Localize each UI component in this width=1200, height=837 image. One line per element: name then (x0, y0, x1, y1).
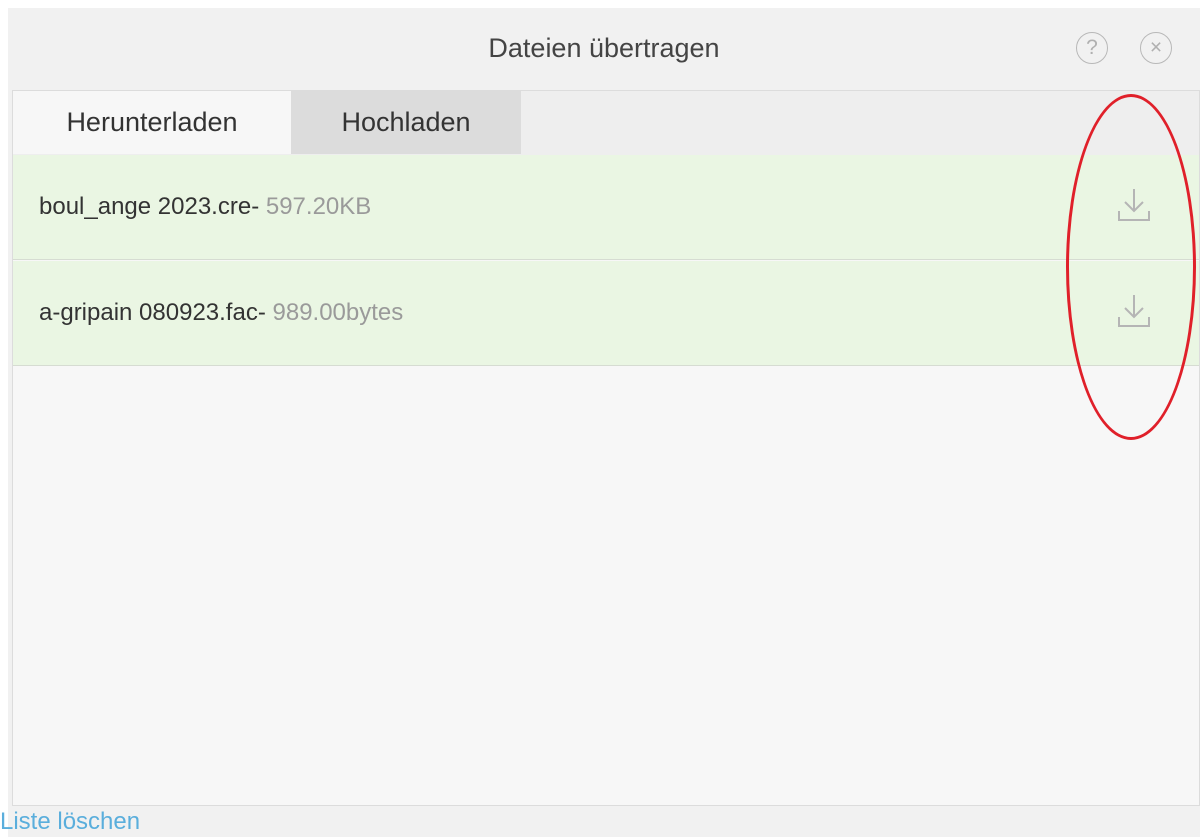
file-separator: - (257, 299, 273, 326)
file-entry: a-gripain 080923.fac- 989.00bytes (39, 261, 403, 365)
file-size: 597.20KB (265, 193, 372, 220)
list-item[interactable]: a-gripain 080923.fac- 989.00bytes (13, 261, 1199, 366)
help-icon[interactable]: ? (1076, 32, 1108, 64)
close-icon[interactable]: × (1140, 32, 1172, 64)
tab-bar: Herunterladen Hochladen (13, 91, 1199, 156)
title-bar: Dateien übertragen ? × (8, 8, 1200, 88)
page-border-top (0, 0, 1200, 8)
file-size: 989.00bytes (272, 299, 404, 326)
tab-upload[interactable]: Hochladen (291, 91, 521, 154)
file-transfer-dialog: Dateien übertragen ? × Herunterladen Hoc… (8, 8, 1200, 837)
dialog-title: Dateien übertragen (488, 33, 720, 63)
transfer-panel: Herunterladen Hochladen boul_ange 2023.c… (12, 90, 1200, 806)
file-name: boul_ange 2023.cre (39, 193, 252, 220)
page-border-left (0, 0, 8, 837)
annotation-ellipse (1066, 94, 1196, 440)
clear-list-link[interactable]: Liste löschen (0, 806, 140, 837)
list-item[interactable]: boul_ange 2023.cre- 597.20KB (13, 155, 1199, 260)
tab-download[interactable]: Herunterladen (13, 91, 291, 154)
file-entry: boul_ange 2023.cre- 597.20KB (39, 155, 371, 259)
file-name: a-gripain 080923.fac (39, 299, 258, 326)
file-separator: - (251, 193, 266, 220)
